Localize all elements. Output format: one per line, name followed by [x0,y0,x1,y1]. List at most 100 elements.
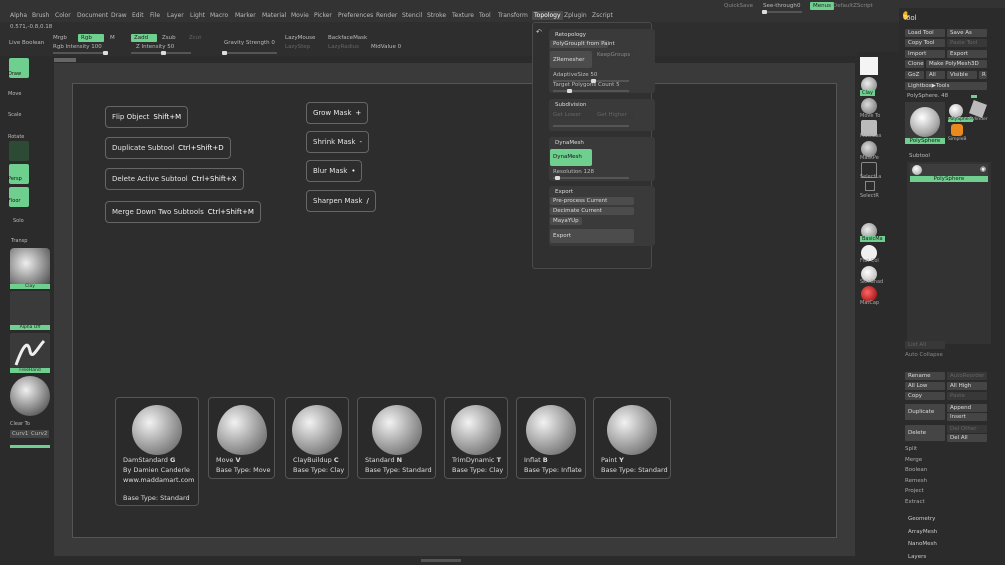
cylinder-icon[interactable] [969,100,987,118]
seethrough-label[interactable]: See-through [763,3,797,9]
save-as-button[interactable]: Save As [947,29,987,37]
lazymouse-button[interactable]: LazyMouse [285,35,315,41]
menu-topology[interactable]: Topology [532,11,563,20]
menu-layer[interactable]: Layer [167,12,184,19]
canvas-scroll-handle[interactable] [54,58,76,62]
mayayup-toggle[interactable]: MayaYUp [550,217,582,225]
target-polygons-slider[interactable] [553,89,629,93]
menu-marker[interactable]: Marker [235,12,256,19]
extract-section[interactable]: Extract [905,499,925,505]
subtool-item-label[interactable]: PolySphere [910,176,988,182]
quicksave-button[interactable]: QuickSave [724,3,753,9]
append-button[interactable]: Append [947,404,987,412]
subtool-copy-button[interactable]: Copy [905,392,945,400]
menu-light[interactable]: Light [190,12,205,19]
menus-toggle[interactable]: Menus [810,2,834,10]
menu-tool[interactable]: Tool [479,12,491,19]
scale-button[interactable] [9,101,29,121]
nanomesh-section[interactable]: NanoMesh [908,541,937,547]
load-tool-button[interactable]: Load Tool [905,29,945,37]
menu-edit[interactable]: Edit [132,12,144,19]
defaultzscript-button[interactable]: DefaultZScript [833,3,873,9]
export-button[interactable]: Export [550,229,634,243]
auto-collapse-button[interactable]: Auto Collapse [905,352,943,358]
export-tool-button[interactable]: Export [947,50,987,58]
rename-button[interactable]: Rename [905,372,945,380]
curv1-button[interactable]: Curv1 [10,430,31,438]
all-high-button[interactable]: All High [947,382,987,390]
polysphere-small-icon[interactable] [949,104,963,118]
z-intensity-label[interactable]: Z Intensity 50 [136,44,174,50]
brush-card-inflat[interactable]: Inflat B Base Type: Inflate [516,397,586,479]
lazystep-label[interactable]: LazyStep [285,44,310,50]
z-intensity-slider[interactable] [131,51,191,55]
clay-brush-thumbnail[interactable] [10,248,50,286]
zcut-button[interactable]: Zcut [189,35,201,41]
live-boolean-button[interactable]: Live Boolean [9,40,44,46]
goz-visible-button[interactable]: Visible [947,71,977,79]
geometry-section[interactable]: Geometry [908,516,935,522]
split-section[interactable]: Split [905,446,917,452]
undo-icon[interactable]: ↶ [536,28,542,36]
menu-preferences[interactable]: Preferences [338,12,373,19]
get-higher-button[interactable]: Get Higher [594,111,634,119]
all-low-button[interactable]: All Low [905,382,945,390]
insert-button[interactable]: Insert [947,413,987,421]
autoreorder-button[interactable]: AutoReorder [947,372,987,380]
brush-card-claybuildup[interactable]: ClayBuildup C Base Type: Clay [285,397,349,479]
dynamesh-button[interactable]: DynaMesh [550,149,592,166]
remesh-section[interactable]: Remesh [905,478,927,484]
curv2-button[interactable]: Curv2 [29,430,50,438]
resolution-slider[interactable] [553,176,629,180]
menu-color[interactable]: Color [55,12,71,19]
menu-movie[interactable]: Movie [291,12,309,19]
brush-card-damstandard[interactable]: DamStandard G By Damien Canderle www.mad… [115,397,199,506]
rgb-intensity-slider[interactable] [53,51,108,55]
adaptivesize-label[interactable]: AdaptiveSize 50 [553,72,597,78]
move-topological-icon[interactable] [861,98,877,114]
zremesher-button[interactable]: ZRemesher [550,51,592,68]
menu-zscript[interactable]: Zscript [592,12,613,19]
zadd-button[interactable]: Zadd [131,34,157,42]
subtool-list[interactable]: ◉ PolySphere [907,162,991,344]
decimate-button[interactable]: Decimate Current [550,207,634,215]
brush-card-move[interactable]: Move V Base Type: Move [208,397,275,479]
selectrect-icon[interactable] [865,181,875,191]
merge-section[interactable]: Merge [905,457,922,463]
copy-tool-button[interactable]: Copy Tool [905,39,945,47]
material-thumbnail[interactable] [10,376,50,416]
brush-card-paint[interactable]: Paint Y Base Type: Standard [593,397,671,479]
make-polymesh-button[interactable]: Make PolyMesh3D [926,60,987,68]
lightbox-tools-button[interactable]: Lightbox▶Tools [905,82,987,90]
menu-document[interactable]: Document [77,12,108,19]
seethrough-slider[interactable] [762,10,802,14]
menu-texture[interactable]: Texture [452,12,474,19]
clone-button[interactable]: Clone [905,60,924,68]
polysphere-thumbnail[interactable] [905,102,945,142]
mrgb-button[interactable]: Mrgb [53,35,67,41]
boolean-section[interactable]: Boolean [905,467,927,473]
del-all-button[interactable]: Del All [947,434,987,442]
menu-brush[interactable]: Brush [32,12,49,19]
keepgroups-toggle[interactable]: KeepGroups [594,51,634,59]
menu-stroke[interactable]: Stroke [427,12,446,19]
backfacemask-button[interactable]: BackfaceMask [328,35,367,41]
rgb-intensity-label[interactable]: Rgb Intensity 100 [53,44,102,50]
menu-macro[interactable]: Macro [210,12,228,19]
subdivision-slider[interactable] [553,125,629,127]
preprocess-button[interactable]: Pre-process Current [550,197,634,205]
edit-mode-button[interactable] [9,141,29,161]
goz-button[interactable]: GoZ [905,71,924,79]
eye-icon[interactable]: ◉ [980,165,986,173]
move-button[interactable] [9,80,29,100]
duplicate-button[interactable]: Duplicate [905,404,945,420]
rgb-button[interactable]: Rgb [78,34,104,42]
goz-all-button[interactable]: All [926,71,945,79]
gravity-slider[interactable] [222,51,277,55]
brush-card-trimdynamic[interactable]: TrimDynamic T Base Type: Clay [444,397,508,479]
clear-to-label[interactable]: Clear To [10,421,30,427]
alpha-thumbnail[interactable] [10,291,50,329]
arraymesh-section[interactable]: ArrayMesh [908,529,937,535]
menu-transform[interactable]: Transform [498,12,528,19]
menu-stencil[interactable]: Stencil [402,12,422,19]
